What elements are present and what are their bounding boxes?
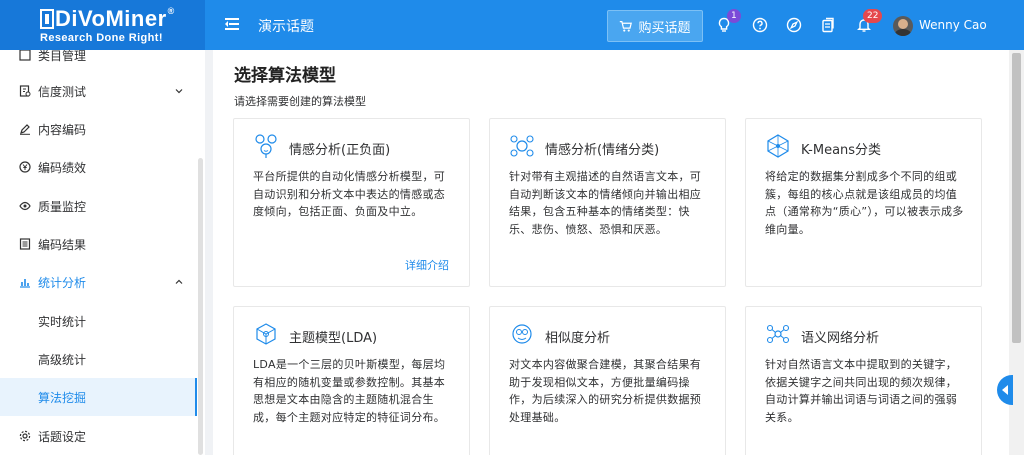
card-title: 情感分析(正负面) — [289, 143, 391, 158]
model-card-semantic-network[interactable]: 语义网络分析 针对自然语言文本中提取到的关键字，依据关键字之间共同出现的频次规律… — [745, 306, 982, 455]
sidebar-item-performance[interactable]: 编码绩效 — [0, 148, 197, 186]
list-icon — [19, 238, 31, 250]
scrollbar-thumb[interactable] — [1012, 53, 1021, 343]
notification-badge: 1 — [727, 9, 741, 23]
checkbox-icon — [19, 50, 31, 61]
card-title: 主题模型(LDA) — [289, 331, 378, 346]
sidebar-scrollbar[interactable] — [198, 158, 203, 455]
menu-toggle-icon[interactable] — [225, 17, 239, 31]
logo[interactable]: DiVoMiner® Research Done Right! — [0, 0, 205, 50]
sidebar-item-realtime-stats[interactable]: 实时统计 — [0, 302, 197, 340]
cluster-cube-icon — [767, 134, 789, 158]
yen-icon — [19, 161, 31, 173]
emotion-faces-icon — [510, 135, 534, 157]
chevron-down-icon — [175, 89, 183, 94]
sidebar-item-algorithm-mining[interactable]: 算法挖掘 — [0, 378, 197, 416]
clipboard-icon[interactable] — [820, 17, 836, 33]
compass-icon[interactable] — [786, 17, 802, 33]
pen-icon — [20, 124, 30, 135]
model-card-emotion-classification[interactable]: 情感分析(情绪分类) 针对带有主观描述的自然语言文本，可自动判断该文本的情绪倾向… — [489, 118, 726, 287]
help-icon[interactable] — [752, 17, 768, 33]
similarity-brain-icon — [512, 324, 532, 344]
sidebar-item-advanced-stats[interactable]: 高级统计 — [0, 340, 197, 378]
page-subtitle: 请选择需要创建的算法模型 — [234, 95, 366, 108]
details-link[interactable]: 详细介绍 — [405, 257, 449, 273]
top-header: DiVoMiner® Research Done Right! 演示话题 购买话… — [0, 0, 1024, 50]
sidebar-item-results[interactable]: 编码结果 — [0, 225, 197, 263]
logo-text: DiVoMiner — [55, 6, 167, 31]
sidebar-item-statistics[interactable]: 统计分析 — [0, 263, 197, 301]
model-card-kmeans[interactable]: K-Means分类 将给定的数据集分割成多个不同的组或簇，每组的核心点就是该组成… — [745, 118, 982, 287]
sidebar-item-quality[interactable]: 质量监控 — [0, 187, 197, 225]
gear-icon — [19, 430, 31, 442]
sidebar-item-coding[interactable]: 内容编码 — [0, 110, 197, 148]
message-badge: 22 — [863, 9, 883, 23]
buy-topic-button[interactable]: 购买话题 — [607, 10, 703, 42]
sidebar-item-reliability[interactable]: 信度测试 — [0, 72, 197, 110]
avatar[interactable] — [893, 16, 913, 36]
card-description: 将给定的数据集分割成多个不同的组或簇，每组的核心点就是该组成员的均值点（通常称为… — [765, 170, 964, 236]
model-card-similarity[interactable]: 相似度分析 对文本内容做聚合建模，其聚合结果有助于发现相似文本，方便批量编码操作… — [489, 306, 726, 455]
page-title: 选择算法模型 — [234, 66, 336, 86]
logo-tagline: Research Done Right! — [40, 32, 163, 44]
card-title: 相似度分析 — [545, 331, 611, 346]
username[interactable]: Wenny Cao — [919, 18, 987, 32]
eye-icon — [19, 201, 31, 211]
cart-icon — [620, 20, 633, 32]
face-sentiment-icon — [255, 134, 277, 158]
sidebar-item-topic-settings[interactable]: 话题设定 — [0, 417, 197, 455]
logo-mark-icon — [40, 9, 54, 29]
project-title[interactable]: 演示话题 — [258, 16, 314, 36]
card-description: 针对带有主观描述的自然语言文本，可自动判断该文本的情绪倾向并输出相应结果，包含五… — [509, 170, 702, 236]
chevron-up-icon — [175, 279, 183, 284]
card-description: 针对自然语言文本中提取到的关键字，依据关键字之间共同出现的频次规律，自动计算并输… — [765, 358, 958, 424]
card-description: LDA是一个三层的贝叶斯模型，每层均有相应的随机变量或参数控制。其基本思想是文本… — [253, 358, 446, 424]
sidebar-item-categories[interactable]: 类目管理 — [0, 50, 197, 74]
card-description: 对文本内容做聚合建模，其聚合结果有助于发现相似文本，方便批量编码操作，为后续深入… — [509, 358, 702, 424]
buy-topic-label: 购买话题 — [638, 20, 691, 36]
bar-chart-icon — [20, 279, 30, 288]
model-card-sentiment-polarity[interactable]: 情感分析(正负面) 平台所提供的自动化情感分析模型，可自动识别和分析文本中表达的… — [233, 118, 470, 287]
network-icon — [766, 324, 790, 344]
card-title: K-Means分类 — [801, 143, 882, 158]
main-content: 选择算法模型 请选择需要创建的算法模型 情感分析(正负面) 平台所提供的自动化情… — [213, 50, 1009, 455]
card-title: 情感分析(情绪分类) — [545, 143, 660, 158]
sidebar: 类目管理 信度测试 内容编码 编码绩效 质量监控 编码结果 统计分析 实时统计 … — [0, 50, 205, 455]
document-check-icon — [19, 85, 31, 97]
card-title: 语义网络分析 — [801, 331, 880, 346]
model-card-lda[interactable]: 主题模型(LDA) LDA是一个三层的贝叶斯模型，每层均有相应的随机变量或参数控… — [233, 306, 470, 455]
card-description: 平台所提供的自动化情感分析模型，可自动识别和分析文本中表达的情感或态度倾向，包括… — [253, 170, 446, 218]
topic-model-icon — [256, 323, 276, 345]
